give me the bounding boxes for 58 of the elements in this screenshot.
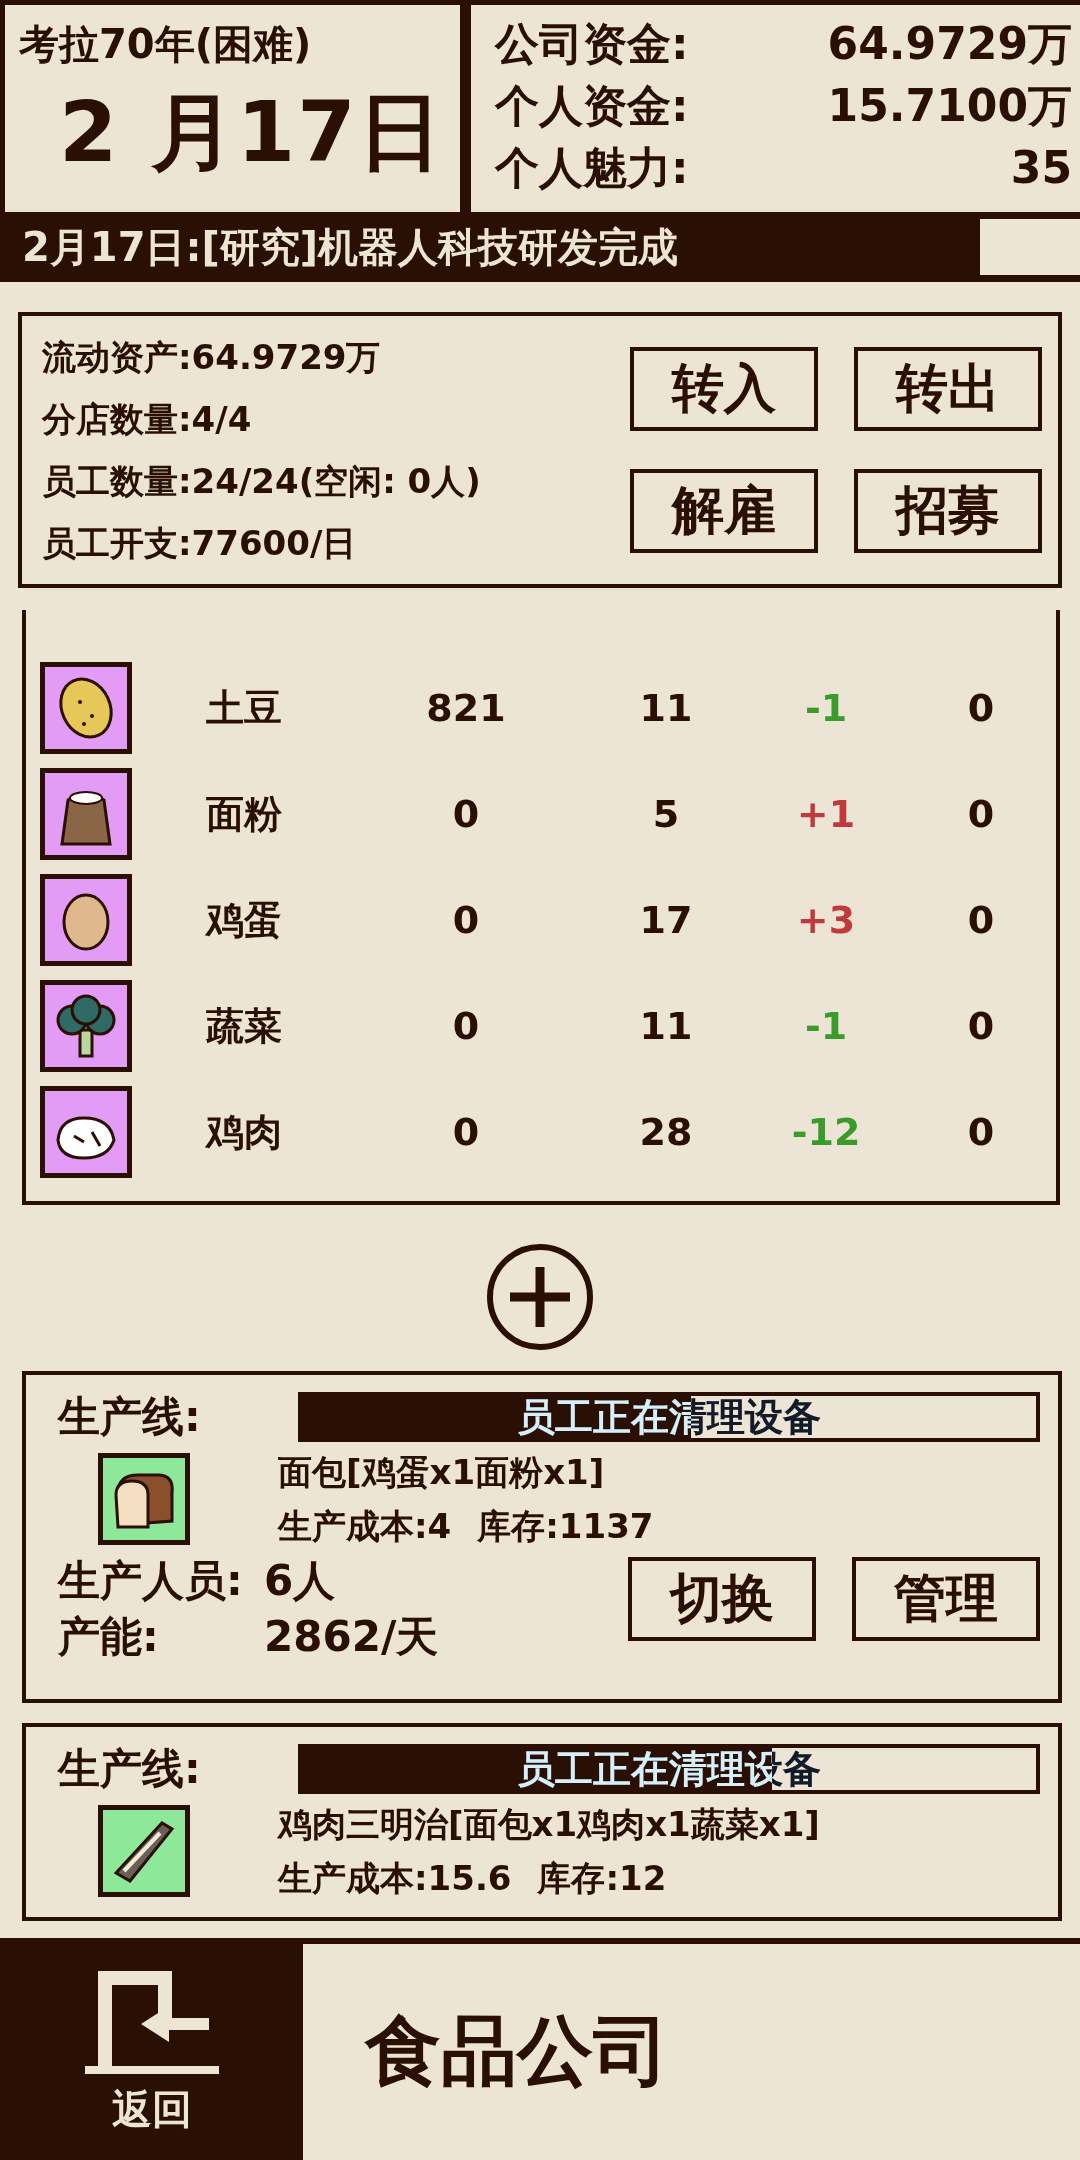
recipe-text: 面包[鸡蛋x1面粉x1] [278,1451,606,1494]
stat-value: 64.9729万 [827,17,1072,71]
action-button[interactable]: 招募 [854,469,1042,553]
date-label: 2 月17日 [58,82,445,183]
company-title: 食品公司 [365,2004,669,2097]
stock-cell: 0 [452,792,480,836]
asset-info: 流动资产:64.9729万 [42,336,382,379]
stock-cell: 0 [452,898,480,942]
trend-cell: -1 [804,686,848,730]
staff-value: 6人 [264,1555,337,1607]
trend-cell: -1 [804,1004,848,1048]
material-name: 鸡蛋 [206,896,282,944]
price-cell: 11 [639,686,693,730]
discount-cell: 0 [967,1004,995,1048]
capacity-value: 2862/天 [264,1611,440,1663]
staff-label: 生产人员: [58,1555,244,1607]
stat-label: 个人资金: [495,79,689,133]
capacity-label: 产能: [58,1611,160,1663]
cost-text: 生产成本:15.6 [278,1857,512,1900]
line-label: 生产线: [58,1391,202,1443]
discount-cell: 0 [967,686,995,730]
asset-info: 员工数量:24/24(空闲: 0人) [42,460,482,503]
discount-cell: 0 [967,898,995,942]
stat-value: 35 [1010,141,1072,195]
stock-cell: 0 [452,1110,480,1154]
stat-label: 个人魅力: [495,141,689,195]
trend-cell: +1 [796,792,856,836]
action-button[interactable]: 转入 [630,347,818,431]
stock-cell: 821 [426,686,506,730]
action-button[interactable]: 解雇 [630,469,818,553]
stock-text: 库存:1137 [477,1505,654,1548]
discount-cell: 0 [967,1110,995,1154]
price-cell: 11 [639,1004,693,1048]
asset-info: 员工开支:77600/日 [42,522,358,565]
material-name: 面粉 [206,790,282,838]
cost-text: 生产成本:4 [278,1505,452,1548]
trend-cell: +3 [796,898,856,942]
line-label: 生产线: [58,1743,202,1795]
trend-cell: -12 [791,1110,861,1154]
stat-value: 15.7100万 [827,79,1072,133]
stock-cell: 0 [452,1004,480,1048]
stat-label: 公司资金: [495,17,689,71]
action-button[interactable]: 切换 [628,1557,816,1641]
action-button[interactable]: 管理 [852,1557,1040,1641]
event-text: 2月17日:[研究]机器人科技研发完成 [22,222,680,272]
stock-text: 库存:12 [537,1857,667,1900]
discount-cell: 0 [967,792,995,836]
recipe-text: 鸡肉三明治[面包x1鸡肉x1蔬菜x1] [278,1803,820,1846]
action-button[interactable]: 转出 [854,347,1042,431]
material-name: 土豆 [206,684,282,732]
material-name: 鸡肉 [206,1108,282,1156]
price-cell: 28 [639,1110,693,1154]
material-name: 蔬菜 [206,1002,282,1050]
era-label: 考拉70年(困难) [18,20,313,69]
asset-info: 分店数量:4/4 [42,398,253,441]
price-cell: 5 [652,792,680,836]
price-cell: 17 [639,898,693,942]
add-icon[interactable] [486,1243,594,1351]
